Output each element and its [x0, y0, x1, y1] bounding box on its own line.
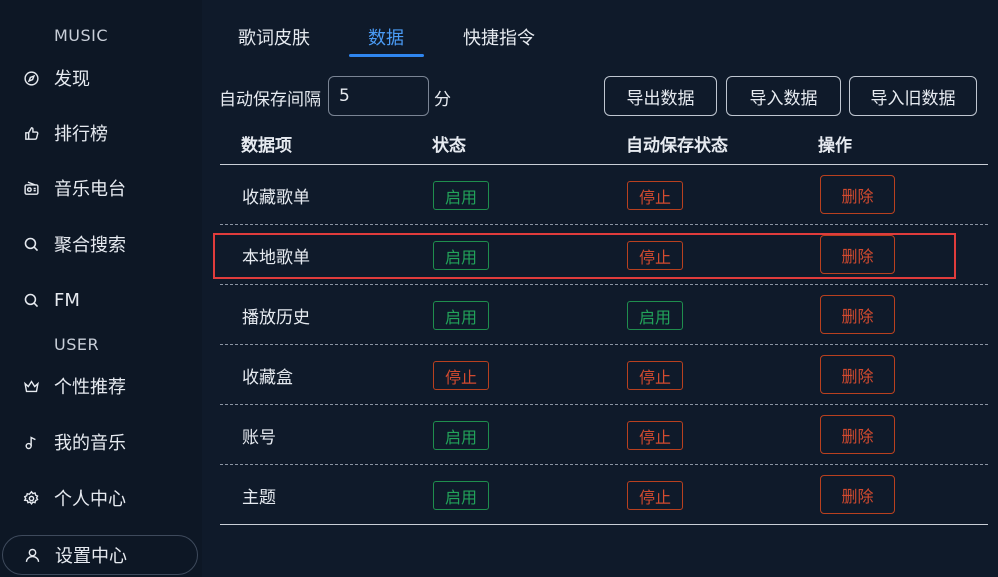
thumbs-up-icon	[20, 122, 42, 144]
sidebar-item-label: 我的音乐	[54, 433, 126, 454]
user-section-title: USER	[54, 335, 100, 354]
sidebar-item-label: 发现	[54, 69, 90, 90]
data-item-name: 主题	[242, 488, 276, 508]
search-icon	[20, 233, 42, 255]
auto-save-interval-input[interactable]	[328, 76, 429, 116]
sidebar-item-label: 排行榜	[54, 124, 108, 145]
sidebar-item-my-music[interactable]: 我的音乐	[0, 422, 200, 462]
sidebar-item-discover[interactable]: 发现	[0, 58, 200, 98]
music-note-icon	[20, 431, 42, 453]
status-badge[interactable]: 启用	[433, 301, 489, 330]
interval-unit-label: 分	[434, 90, 451, 110]
data-item-name: 收藏盒	[242, 368, 293, 388]
status-badge[interactable]: 启用	[433, 181, 489, 210]
column-header-auto-save: 自动保存状态	[626, 136, 728, 156]
column-header-status: 状态	[432, 136, 466, 156]
active-tab-indicator	[349, 54, 424, 57]
tab-bar: 歌词皮肤 数据 快捷指令	[202, 0, 998, 60]
delete-button[interactable]: 删除	[820, 355, 895, 394]
sidebar-item-label: 设置中心	[55, 546, 127, 567]
column-header-item: 数据项	[241, 136, 292, 156]
auto-save-interval-label: 自动保存间隔	[219, 90, 321, 110]
row-divider	[220, 524, 988, 525]
table-row: 收藏歌单 启用 停止 删除	[220, 165, 988, 225]
delete-button[interactable]: 删除	[820, 175, 895, 214]
sidebar-item-radio[interactable]: 音乐电台	[0, 168, 200, 208]
tab-lyric-skin[interactable]: 歌词皮肤	[238, 24, 310, 50]
table-row: 本地歌单 启用 停止 删除	[220, 225, 988, 285]
delete-button[interactable]: 删除	[820, 295, 895, 334]
sidebar-item-charts[interactable]: 排行榜	[0, 113, 200, 153]
tab-shortcuts[interactable]: 快捷指令	[463, 24, 535, 50]
sidebar-item-settings[interactable]: 设置中心	[2, 535, 198, 575]
status-badge[interactable]: 启用	[433, 241, 489, 270]
data-item-name: 本地歌单	[242, 248, 310, 268]
table-row: 播放历史 启用 启用 删除	[220, 285, 988, 345]
tab-data[interactable]: 数据	[368, 24, 404, 50]
auto-save-badge[interactable]: 停止	[627, 361, 683, 390]
gear-icon	[20, 487, 42, 509]
table-row: 主题 启用 停止 删除	[220, 465, 988, 525]
radio-icon	[20, 177, 42, 199]
status-badge[interactable]: 停止	[433, 361, 489, 390]
column-header-action: 操作	[818, 136, 852, 156]
sidebar-item-label: FM	[54, 289, 80, 311]
auto-save-badge[interactable]: 停止	[627, 481, 683, 510]
sidebar-item-label: 聚合搜索	[54, 235, 126, 256]
status-badge[interactable]: 启用	[433, 481, 489, 510]
sidebar-item-label: 个人中心	[54, 489, 126, 510]
auto-save-badge[interactable]: 停止	[627, 181, 683, 210]
search-icon	[20, 289, 42, 311]
export-data-button[interactable]: 导出数据	[604, 76, 717, 116]
sidebar-item-profile[interactable]: 个人中心	[0, 478, 200, 518]
sidebar-item-label: 音乐电台	[54, 179, 126, 200]
sidebar: MUSIC 发现 排行榜 音乐电台 聚合搜索 FM USER 个性推荐 我的音乐…	[0, 0, 202, 577]
crown-icon	[20, 375, 42, 397]
delete-button[interactable]: 删除	[820, 415, 895, 454]
sidebar-item-search[interactable]: 聚合搜索	[0, 224, 200, 264]
data-item-name: 播放历史	[242, 308, 310, 328]
table-row: 收藏盒 停止 停止 删除	[220, 345, 988, 405]
sidebar-item-label: 个性推荐	[54, 377, 126, 398]
auto-save-badge[interactable]: 启用	[627, 301, 683, 330]
auto-save-badge[interactable]: 停止	[627, 421, 683, 450]
delete-button[interactable]: 删除	[820, 235, 895, 274]
main-content: 歌词皮肤 数据 快捷指令 自动保存间隔 分 导出数据 导入数据 导入旧数据 数据…	[202, 0, 998, 577]
import-old-data-button[interactable]: 导入旧数据	[849, 76, 977, 116]
sidebar-item-recommend[interactable]: 个性推荐	[0, 366, 200, 406]
table-row: 账号 启用 停止 删除	[220, 405, 988, 465]
import-data-button[interactable]: 导入数据	[726, 76, 841, 116]
sidebar-item-fm[interactable]: FM	[0, 280, 200, 320]
status-badge[interactable]: 启用	[433, 421, 489, 450]
compass-icon	[20, 67, 42, 89]
data-item-name: 账号	[242, 428, 276, 448]
music-section-title: MUSIC	[54, 26, 109, 45]
auto-save-badge[interactable]: 停止	[627, 241, 683, 270]
data-item-name: 收藏歌单	[242, 188, 310, 208]
delete-button[interactable]: 删除	[820, 475, 895, 514]
user-icon	[21, 544, 43, 566]
